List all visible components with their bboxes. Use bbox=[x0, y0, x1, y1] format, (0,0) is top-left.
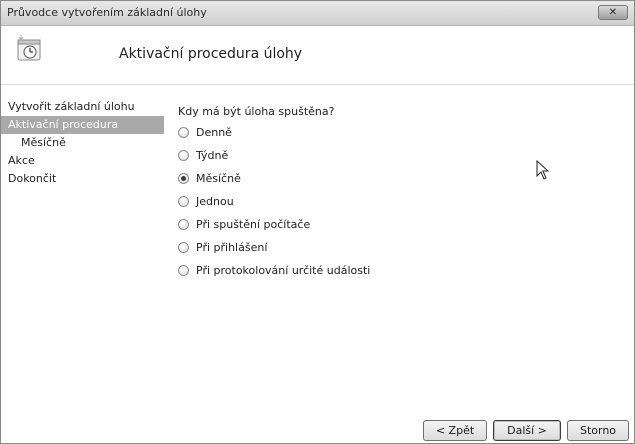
sidebar-item-action[interactable]: Akce bbox=[1, 152, 169, 170]
radio-daily[interactable]: Denně bbox=[178, 126, 618, 149]
radio-button[interactable] bbox=[178, 219, 189, 230]
sidebar-item-label: Měsíčně bbox=[21, 136, 66, 149]
trigger-question: Kdy má být úloha spuštěna? bbox=[178, 105, 335, 118]
radio-weekly[interactable]: Týdně bbox=[178, 149, 618, 172]
radio-button[interactable] bbox=[178, 150, 189, 161]
sidebar-item-label: Akce bbox=[8, 154, 35, 167]
radio-button[interactable] bbox=[178, 265, 189, 276]
sidebar-item-label: Dokončit bbox=[8, 172, 57, 185]
radio-label[interactable]: Při protokolování určité události bbox=[196, 264, 370, 277]
window-title: Průvodce vytvořením základní úlohy bbox=[7, 6, 207, 19]
sidebar-item-label: Aktivační procedura bbox=[8, 118, 119, 131]
sidebar-item-trigger[interactable]: Aktivační procedura bbox=[1, 116, 164, 134]
cancel-button[interactable]: Storno bbox=[567, 420, 629, 441]
wizard-steps-sidebar: Vytvořit základní úlohu Aktivační proced… bbox=[1, 98, 169, 188]
radio-once[interactable]: Jednou bbox=[178, 195, 618, 218]
title-bar[interactable]: Průvodce vytvořením základní úlohy ✕ bbox=[1, 1, 634, 26]
mouse-pointer-icon bbox=[536, 160, 550, 180]
close-button[interactable]: ✕ bbox=[598, 5, 628, 20]
radio-monthly[interactable]: Měsíčně bbox=[178, 172, 618, 195]
radio-button[interactable] bbox=[178, 196, 189, 207]
sidebar-item-create-basic-task[interactable]: Vytvořit základní úlohu bbox=[1, 98, 169, 116]
sidebar-item-finish[interactable]: Dokončit bbox=[1, 170, 169, 188]
radio-at-startup[interactable]: Při spuštění počítače bbox=[178, 218, 618, 241]
radio-label[interactable]: Měsíčně bbox=[196, 172, 241, 185]
radio-label[interactable]: Při přihlášení bbox=[196, 241, 267, 254]
next-button[interactable]: Další > bbox=[493, 420, 561, 441]
radio-button[interactable] bbox=[178, 242, 189, 253]
radio-dot bbox=[181, 176, 186, 181]
radio-on-event[interactable]: Při protokolování určité události bbox=[178, 264, 618, 287]
page-title: Aktivační procedura úlohy bbox=[119, 46, 303, 62]
trigger-options-panel: Kdy má být úloha spuštěna? Denně Týdně M… bbox=[178, 104, 618, 287]
radio-label[interactable]: Týdně bbox=[196, 149, 228, 162]
wizard-header: Aktivační procedura úlohy bbox=[1, 26, 634, 85]
sidebar-item-monthly[interactable]: Měsíčně bbox=[1, 134, 169, 152]
radio-label[interactable]: Denně bbox=[196, 126, 232, 139]
wizard-window: Průvodce vytvořením základní úlohy ✕ Akt… bbox=[0, 0, 635, 444]
radio-label[interactable]: Jednou bbox=[196, 195, 234, 208]
close-icon: ✕ bbox=[608, 7, 618, 18]
scheduled-task-clock-icon bbox=[17, 35, 41, 61]
radio-button-checked[interactable] bbox=[178, 173, 189, 184]
radio-at-logon[interactable]: Při přihlášení bbox=[178, 241, 618, 264]
sidebar-item-label: Vytvořit základní úlohu bbox=[8, 100, 135, 113]
radio-label[interactable]: Při spuštění počítače bbox=[196, 218, 310, 231]
radio-button[interactable] bbox=[178, 127, 189, 138]
back-button[interactable]: < Zpět bbox=[423, 420, 487, 441]
